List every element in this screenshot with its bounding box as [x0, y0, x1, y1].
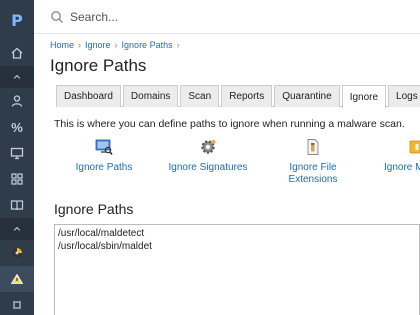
ignore-file-extensions-label: Ignore File Extensions — [288, 162, 338, 185]
tab-logs[interactable]: Logs — [388, 85, 420, 107]
breadcrumb-separator: › — [114, 40, 118, 50]
top-bar — [34, 0, 420, 34]
user-icon[interactable] — [0, 88, 34, 114]
plugin-icon[interactable] — [0, 240, 34, 266]
breadcrumb-ignore[interactable]: Ignore — [85, 40, 111, 50]
file-extension-icon — [304, 138, 322, 156]
collapse-up-icon[interactable] — [0, 66, 34, 88]
breadcrumb-ignore-paths[interactable]: Ignore Paths — [122, 40, 173, 50]
folder-icon — [408, 138, 420, 156]
percent-icon[interactable]: % — [0, 114, 34, 140]
ignore-signatures-label: Ignore Signatures — [168, 162, 248, 173]
page-title: Ignore Paths — [50, 56, 147, 75]
ignore-signatures-link[interactable]: Ignore Signatures — [162, 138, 254, 174]
ignore-paths-link[interactable]: Ignore Paths — [70, 138, 138, 174]
ignore-more-label: Ignore M — [384, 162, 420, 173]
gear-icon — [199, 138, 217, 156]
ignore-file-extensions-link[interactable]: Ignore File Extensions — [276, 138, 350, 186]
collapse-up-icon-2[interactable] — [0, 218, 34, 240]
grid-icon[interactable] — [0, 166, 34, 192]
tab-domains[interactable]: Domains — [122, 85, 179, 107]
app-logo[interactable]: P — [0, 0, 34, 40]
monitor-search-icon — [95, 138, 113, 156]
search-input[interactable] — [70, 9, 370, 24]
book-icon[interactable] — [0, 192, 34, 218]
tab-bar: Dashboard Domains Scan Reports Quarantin… — [56, 85, 420, 108]
breadcrumb-home[interactable]: Home — [50, 40, 74, 50]
shield-icon[interactable] — [0, 292, 34, 315]
section-title: Ignore Paths — [54, 201, 134, 217]
tab-dashboard[interactable]: Dashboard — [56, 85, 121, 107]
sidebar: P % — [0, 0, 34, 315]
breadcrumb-separator: › — [78, 40, 82, 50]
search-icon — [51, 10, 63, 23]
main-content: Home › Ignore › Ignore Paths › Ignore Pa… — [50, 34, 420, 315]
ignore-more-link[interactable]: Ignore M — [380, 138, 420, 174]
tab-reports[interactable]: Reports — [221, 85, 273, 107]
maldet-icon[interactable] — [0, 266, 34, 292]
breadcrumb-separator: › — [176, 40, 180, 50]
tab-ignore[interactable]: Ignore — [341, 85, 387, 108]
tab-quarantine[interactable]: Quarantine — [274, 85, 340, 107]
home-icon[interactable] — [0, 40, 34, 66]
monitor-icon[interactable] — [0, 140, 34, 166]
tab-scan[interactable]: Scan — [180, 85, 220, 107]
ignore-paths-textarea[interactable]: /usr/local/maldetect /usr/local/sbin/mal… — [54, 224, 420, 315]
intro-text: This is where you can define paths to ig… — [54, 118, 405, 130]
breadcrumb: Home › Ignore › Ignore Paths › — [50, 40, 180, 50]
ignore-paths-label: Ignore Paths — [75, 162, 133, 173]
